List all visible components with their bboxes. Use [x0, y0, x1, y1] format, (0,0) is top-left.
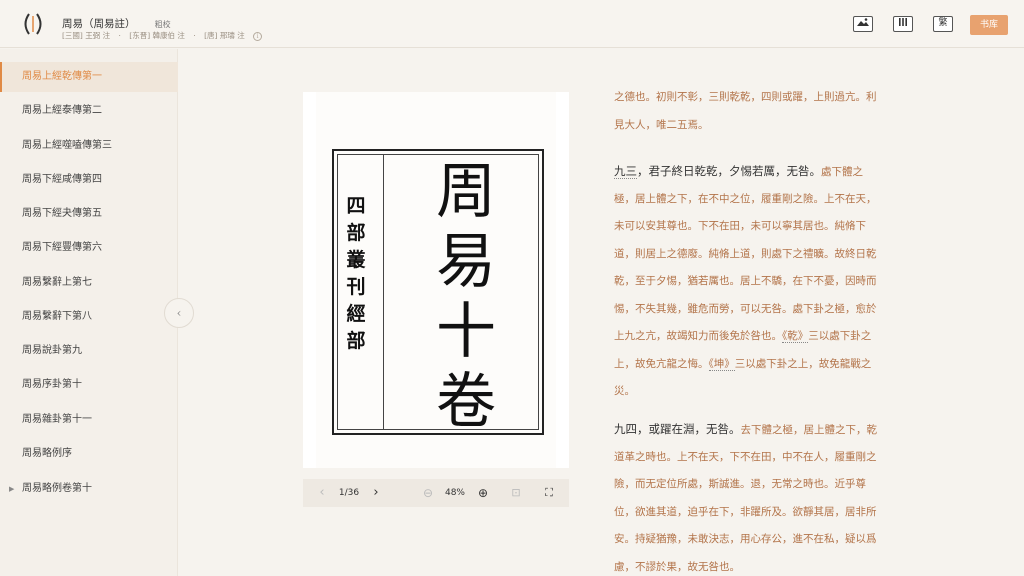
- fullscreen-icon[interactable]: ⛶: [541, 479, 557, 507]
- commentary-text: 慮，不謬於果，故无咎也。: [614, 560, 740, 573]
- next-page-icon[interactable]: ›: [369, 479, 383, 507]
- prev-page-icon[interactable]: ‹: [315, 479, 329, 507]
- toc-item-lueli[interactable]: ▶ 周易略例卷第十: [0, 474, 178, 504]
- commentary-text: 道，則居上之德廢。純脩上道，則處下之禮曠。故終日乾: [614, 247, 877, 260]
- hexagram-link[interactable]: 《坤》: [708, 357, 735, 371]
- expand-caret-icon[interactable]: ▶: [9, 474, 14, 504]
- toc-sidebar: 周易上經乾傳第一 周易上經泰傳第二 周易上經噬嗑傳第三 周易下經咸傳第四 周易下…: [0, 49, 178, 576]
- commentary-line: 惕，不失其幾，雖危而勞，可以无咎。處下卦之極，愈於: [614, 296, 900, 324]
- toc-item-lueli-xu[interactable]: 周易略例序: [0, 439, 178, 469]
- commentary-text: 三以處下卦之上，故免龍戰之: [734, 357, 872, 370]
- paragraph: 之德也。初則不彰，三則乾乾，四則或躍，上則過亢。利 見大人，唯二五焉。: [614, 84, 900, 139]
- authors-line: [三國] 王弼 注 · [东晋] 韓康伯 注 · [唐] 邢璹 注 i: [62, 30, 268, 41]
- commentary-line: 極，居上體之下，在不中之位，履重剛之險。上不在天，: [614, 186, 900, 214]
- toc-item-label: 周易略例卷第十: [22, 483, 92, 494]
- commentary-text: 上，故免亢龍之悔。: [614, 357, 709, 370]
- separator: ·: [193, 31, 196, 40]
- library-button[interactable]: 书库: [970, 15, 1008, 35]
- commentary-line: 位，欲進其道，迫乎在下，非躍所及。欲靜其居，居非所: [614, 499, 900, 527]
- commentary-text: 之德也。初則不彰，三則乾乾，四則或躍，上則過亢。利: [614, 91, 877, 103]
- text-view-icon: [899, 18, 907, 26]
- zoom-in-icon[interactable]: ⊕: [475, 479, 491, 507]
- author-2: [东晋] 韓康伯 注: [129, 31, 185, 40]
- classic-text: 九四，或躍在淵，无咎。: [614, 422, 741, 436]
- commentary-text: 災。: [614, 385, 635, 397]
- line-label[interactable]: 九三: [614, 164, 637, 179]
- zoom-out-icon[interactable]: ⊖: [420, 479, 436, 507]
- scan-page: 四部叢刊經部 周易十卷: [316, 92, 556, 468]
- paragraph-jiusan: 九三，君子終日乾乾，夕惕若厲，无咎。處下體之 極，居上體之下，在不中之位，履重剛…: [614, 158, 900, 406]
- scan-cover-frame: 四部叢刊經部 周易十卷: [332, 149, 544, 437]
- commentary-line: 見大人，唯二五焉。: [614, 112, 900, 140]
- edition-tag: 粗校: [154, 20, 171, 29]
- commentary-text: 見大人，唯二五焉。: [614, 118, 709, 131]
- traditional-chinese-toggle[interactable]: 繁: [933, 16, 953, 32]
- author-3: [唐] 邢璹 注: [204, 31, 245, 40]
- commentary-text: 三以處下卦之: [808, 330, 872, 342]
- commentary-line: 險，而无定位所處，斯誠進。退，无常之時也。近乎尊: [614, 471, 900, 499]
- scan-book-title: 周易十卷: [436, 157, 496, 437]
- commentary-text: 道革之時也。上不在天，下不在田，中不在人，履重剛之: [614, 450, 877, 463]
- commentary-line: 上九之亢，故竭知力而後免於咎也。《乾》三以處下卦之: [614, 323, 900, 351]
- text-line: 九三，君子終日乾乾，夕惕若厲，无咎。處下體之: [614, 158, 900, 186]
- fit-width-icon[interactable]: ⊡: [508, 479, 524, 507]
- zoom-level: 48%: [444, 488, 465, 498]
- toc-item-shuogua[interactable]: 周易說卦第九: [0, 336, 178, 366]
- scan-divider: [383, 154, 384, 430]
- commentary-line: 之德也。初則不彰，三則乾乾，四則或躍，上則過亢。利: [614, 84, 900, 112]
- commentary-text: 乾，至于夕惕，猶若厲也。居上不驕，在下不憂，因時而: [614, 275, 877, 287]
- toc-item-guai[interactable]: 周易下經夬傳第五: [0, 199, 178, 229]
- commentary-text: 安。持疑猶豫，未敢決志，用心存公，進不在私，疑以爲: [614, 533, 877, 545]
- toc-item-tai[interactable]: 周易上經泰傳第二: [0, 96, 178, 126]
- commentary-text: 未可以安其尊也。下不在田，未可以寧其居也。純脩下: [614, 220, 866, 232]
- toc-item-shike[interactable]: 周易上經噬嗑傳第三: [0, 131, 178, 161]
- image-view-button[interactable]: [853, 16, 873, 32]
- commentary-line: 乾，至于夕惕，猶若厲也。居上不驕，在下不憂，因時而: [614, 268, 900, 296]
- commentary-line: 安。持疑猶豫，未敢決志，用心存公，進不在私，疑以爲: [614, 526, 900, 554]
- book-title-group: 周易（周易註） 粗校: [62, 12, 171, 31]
- logo[interactable]: [20, 12, 46, 36]
- collapse-sidebar-button[interactable]: ‹: [164, 298, 194, 328]
- text-view-button[interactable]: [893, 16, 913, 32]
- page-indicator: 1/36: [338, 488, 360, 498]
- scan-collection-title: 四部叢刊經部: [346, 195, 366, 352]
- toc-item-feng[interactable]: 周易下經豐傳第六: [0, 233, 178, 263]
- toc-item-xugua[interactable]: 周易序卦第十: [0, 370, 178, 400]
- image-view-icon: [857, 18, 869, 26]
- commentary-line: 災。: [614, 378, 900, 406]
- toc-item-xian[interactable]: 周易下經咸傳第四: [0, 165, 178, 195]
- toc-item-xici-shang[interactable]: 周易繫辭上第七: [0, 268, 178, 298]
- toc-item-qian[interactable]: 周易上經乾傳第一: [0, 62, 178, 92]
- commentary-line: 上，故免亢龍之悔。《坤》三以處下卦之上，故免龍戰之: [614, 351, 900, 379]
- hexagram-link[interactable]: 《乾》: [782, 330, 809, 343]
- paragraph-jiusi: 九四，或躍在淵，无咎。去下體之極，居上體之下，乾 道革之時也。上不在天，下不在田…: [614, 416, 900, 576]
- info-icon[interactable]: i: [253, 31, 263, 41]
- toc-item-zagua[interactable]: 周易雜卦第十一: [0, 405, 178, 435]
- commentary-text: 上九之亢，故竭知力而後免於咎也。: [614, 330, 782, 342]
- commentary-text: 位，欲進其道，迫乎在下，非躍所及。欲靜其居，居非所: [614, 505, 877, 518]
- separator: ·: [118, 31, 121, 40]
- toc-item-xici-xia[interactable]: 周易繫辭下第八: [0, 302, 178, 332]
- commentary-text: 去下體之極，居上體之下，乾: [740, 424, 878, 436]
- commentary-line: 道，則居上之德廢。純脩上道，則處下之禮曠。故終日乾: [614, 241, 900, 269]
- commentary-line: 道革之時也。上不在天，下不在田，中不在人，履重剛之: [614, 444, 900, 472]
- author-1: [三國] 王弼 注: [62, 31, 111, 40]
- classic-text: ，君子終日乾乾，夕惕若厲，无咎。: [637, 164, 821, 178]
- text-line: 九四，或躍在淵，无咎。去下體之極，居上體之下，乾: [614, 416, 900, 444]
- viewer-toolbar: ‹ 1/36 › ⊖ 48% ⊕ ⊡ ⛶: [303, 479, 569, 507]
- commentary-text: 處下體之: [821, 166, 863, 178]
- commentary-text: 惕，不失其幾，雖危而勞，可以无咎。處下卦之極，愈於: [614, 302, 877, 315]
- commentary-line: 未可以安其尊也。下不在田，未可以寧其居也。純脩下: [614, 213, 900, 241]
- scan-viewer: 四部叢刊經部 周易十卷: [303, 92, 569, 468]
- book-title: 周易（周易註）: [62, 18, 136, 30]
- commentary-line: 慮，不謬於果，故无咎也。: [614, 554, 900, 576]
- commentary-text: 險，而无定位所處，斯誠進。退，无常之時也。近乎尊: [614, 478, 866, 490]
- commentary-text: 極，居上體之下，在不中之位，履重剛之險。上不在天，: [614, 192, 877, 205]
- app-header: 周易（周易註） 粗校 [三國] 王弼 注 · [东晋] 韓康伯 注 · [唐] …: [0, 0, 1024, 48]
